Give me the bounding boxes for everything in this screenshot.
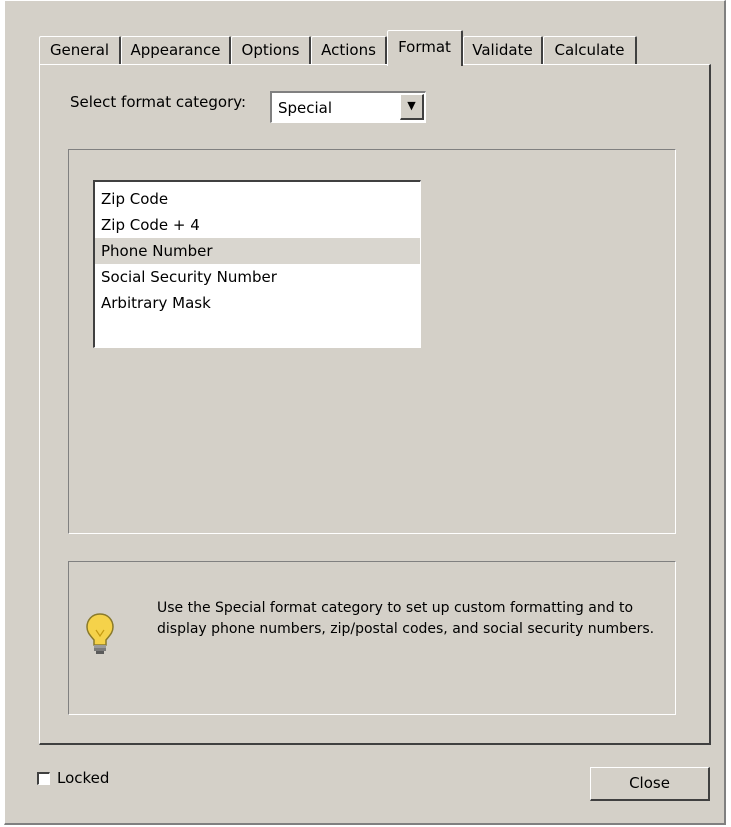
tip-text: Use the Special format category to set u… [157, 600, 655, 637]
tab-calculate[interactable]: Calculate [543, 36, 637, 65]
list-item-arbitrary-mask[interactable]: Arbitrary Mask [95, 290, 420, 316]
locked-checkbox[interactable]: Locked [37, 769, 109, 787]
tab-format[interactable]: Format [387, 30, 463, 66]
format-category-value: Special [278, 99, 333, 117]
tab-general[interactable]: General [39, 36, 121, 65]
chevron-down-icon: ▼ [407, 99, 416, 112]
format-category-select[interactable]: Special ▼ [270, 91, 426, 123]
format-properties-dialog: General Appearance Options Actions Forma… [4, 0, 726, 825]
tab-validate[interactable]: Validate [463, 36, 543, 65]
tab-options[interactable]: Options [231, 36, 311, 65]
list-item-zip-code[interactable]: Zip Code [95, 186, 420, 212]
dropdown-button[interactable]: ▼ [400, 94, 424, 120]
locked-checkbox-box[interactable] [37, 771, 50, 785]
special-options-group: Zip Code Zip Code + 4 Phone Number Socia… [68, 149, 676, 534]
list-item-phone-number[interactable]: Phone Number [95, 238, 420, 264]
special-format-list[interactable]: Zip Code Zip Code + 4 Phone Number Socia… [93, 180, 421, 348]
list-item-zip-code-plus-4[interactable]: Zip Code + 4 [95, 212, 420, 238]
lightbulb-icon [86, 613, 114, 654]
format-tab-panel: Select format category: Special ▼ Zip Co… [39, 64, 711, 745]
close-button[interactable]: Close [590, 767, 710, 801]
tab-appearance[interactable]: Appearance [121, 36, 231, 65]
tab-actions[interactable]: Actions [311, 36, 387, 65]
tip-group: Use the Special format category to set u… [68, 561, 676, 715]
list-item-social-security-number[interactable]: Social Security Number [95, 264, 420, 290]
locked-label: Locked [57, 769, 110, 787]
format-category-label: Select format category: [70, 93, 247, 111]
